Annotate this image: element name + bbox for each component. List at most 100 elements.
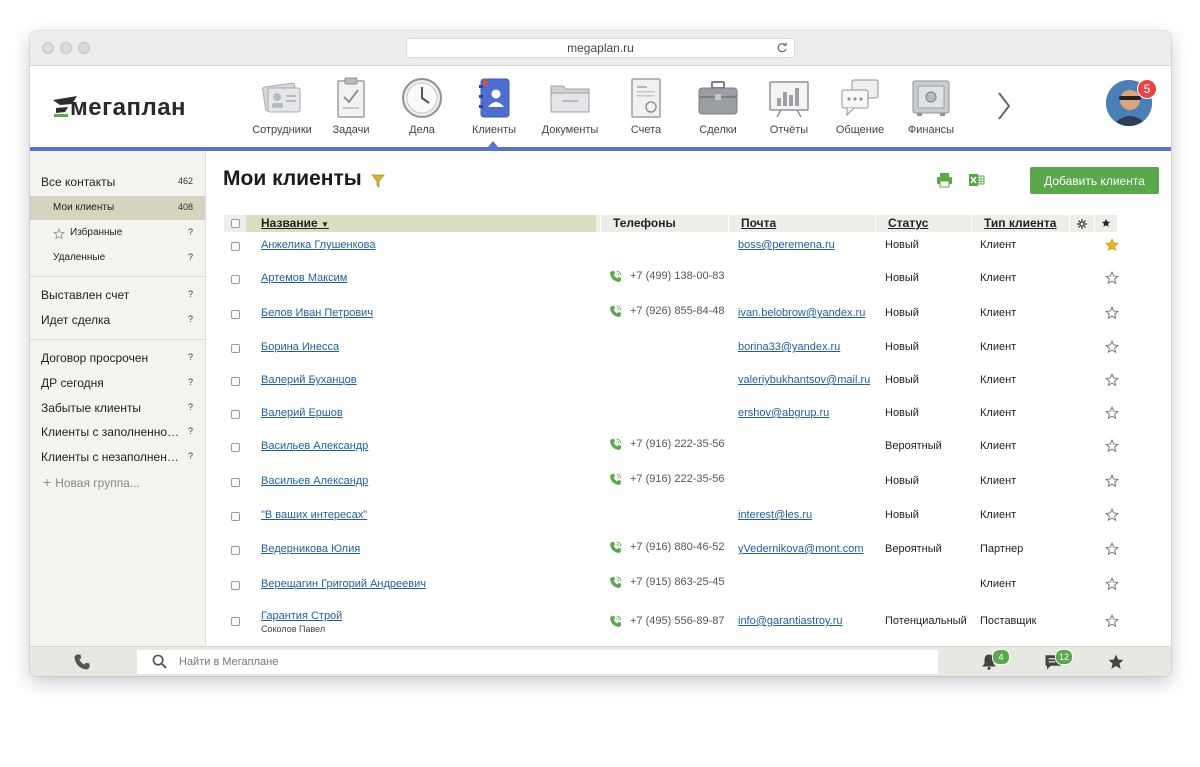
star-outline-icon[interactable] xyxy=(1105,439,1119,453)
sidebar-item-all-contacts[interactable]: Все контакты 462 xyxy=(30,171,205,195)
row-checkbox[interactable] xyxy=(231,275,240,284)
row-checkbox[interactable] xyxy=(231,478,240,487)
row-checkbox[interactable] xyxy=(231,512,240,521)
table-row[interactable]: Анжелика Глушенкова boss@peremena.ru Новый… xyxy=(224,238,1119,269)
phone-call-icon[interactable] xyxy=(609,305,622,318)
row-checkbox[interactable] xyxy=(231,581,240,590)
table-row[interactable]: Ведерникова Юлия +7 (916) 880-46-52 yVeder… xyxy=(224,541,1119,573)
print-icon[interactable] xyxy=(936,172,953,188)
client-email-link[interactable]: interest@les.ru xyxy=(738,509,812,521)
favorites-star-icon[interactable] xyxy=(1107,653,1125,671)
client-name-link[interactable]: Борина Инесса xyxy=(261,341,339,353)
column-header-email[interactable]: Почта xyxy=(741,216,776,230)
client-email-link[interactable]: boss@peremena.ru xyxy=(738,239,835,251)
filter-icon[interactable] xyxy=(371,174,385,188)
client-name-link[interactable]: Гарантия Строй xyxy=(261,610,342,622)
client-email-link[interactable]: valeriybukhantsov@mail.ru xyxy=(738,374,870,386)
client-name-link[interactable]: Белов Иван Петрович xyxy=(261,307,373,319)
star-outline-icon[interactable] xyxy=(1105,340,1119,354)
nav-documents[interactable]: Документы xyxy=(534,76,606,138)
sidebar-item-my-clients[interactable]: Мои клиенты 408 xyxy=(30,196,205,220)
column-header-name[interactable]: Название ▼ xyxy=(261,216,329,230)
client-email-link[interactable]: info@garantiastroy.ru xyxy=(738,615,843,627)
row-checkbox[interactable] xyxy=(231,344,240,353)
client-name-link[interactable]: "В ваших интересах" xyxy=(261,509,367,521)
sidebar-item-forgotten-clients[interactable]: Забытые клиенты ? xyxy=(30,397,205,421)
star-outline-icon[interactable] xyxy=(1105,306,1119,320)
phone-call-icon[interactable] xyxy=(609,438,622,451)
select-all-checkbox[interactable] xyxy=(231,219,240,228)
client-email-link[interactable]: ivan.belobrow@yandex.ru xyxy=(738,307,865,319)
table-row[interactable]: "В ваших интересах" interest@les.ru Новый К… xyxy=(224,508,1119,539)
client-name-link[interactable]: Артемов Максим xyxy=(261,272,347,284)
sidebar-item-contract-overdue[interactable]: Договор просрочен ? xyxy=(30,347,205,371)
star-outline-icon[interactable] xyxy=(1105,373,1119,387)
star-outline-icon[interactable] xyxy=(1105,271,1119,285)
row-checkbox[interactable] xyxy=(231,310,240,319)
client-email-link[interactable]: borina33@yandex.ru xyxy=(738,341,840,353)
sidebar-item-deleted[interactable]: Удаленные ? xyxy=(30,246,205,270)
row-checkbox[interactable] xyxy=(231,410,240,419)
close-window-button[interactable] xyxy=(42,42,54,54)
nav-finance[interactable]: Финансы xyxy=(895,76,967,138)
row-checkbox[interactable] xyxy=(231,242,240,251)
favorites-column-star-icon[interactable] xyxy=(1101,218,1111,228)
zoom-window-button[interactable] xyxy=(78,42,90,54)
table-row[interactable]: Борина Инесса borina33@yandex.ru Новый Клие… xyxy=(224,340,1119,371)
star-outline-icon[interactable] xyxy=(1105,508,1119,522)
phone-call-icon[interactable] xyxy=(609,576,622,589)
star-outline-icon[interactable] xyxy=(1105,614,1119,628)
sidebar-item-favorites[interactable]: Избранные ? xyxy=(30,221,205,245)
minimize-window-button[interactable] xyxy=(60,42,72,54)
phone-call-icon[interactable] xyxy=(609,541,622,554)
megaplan-logo[interactable]: мегаплан xyxy=(52,90,192,124)
table-row[interactable]: Валерий Буханцов valeriybukhantsov@mail.r… xyxy=(224,373,1119,404)
client-email-link[interactable]: yVedernikova@mont.com xyxy=(738,543,864,555)
nav-clients[interactable]: Клиенты xyxy=(458,76,530,138)
client-name-link[interactable]: Валерий Ершов xyxy=(261,407,343,419)
global-search[interactable] xyxy=(137,650,938,674)
star-outline-icon[interactable] xyxy=(1105,577,1119,591)
table-row[interactable]: Артемов Максим +7 (499) 138-00-83 Новый Кли… xyxy=(224,270,1119,302)
client-name-link[interactable]: Васильев Александр xyxy=(261,475,368,487)
client-email-link[interactable]: ershov@abgrup.ru xyxy=(738,407,829,419)
phone-call-icon[interactable] xyxy=(609,473,622,486)
chevron-right-icon[interactable] xyxy=(994,89,1014,123)
row-checkbox[interactable] xyxy=(231,617,240,626)
column-header-status[interactable]: Статус xyxy=(888,216,928,230)
star-outline-icon[interactable] xyxy=(1105,474,1119,488)
sidebar-item-invoice-issued[interactable]: Выставлен счет ? xyxy=(30,284,205,308)
sidebar-item-birthday-today[interactable]: ДР сегодня ? xyxy=(30,372,205,396)
column-settings-icon[interactable] xyxy=(1077,219,1087,229)
star-outline-icon[interactable] xyxy=(1105,406,1119,420)
search-input[interactable] xyxy=(179,650,919,674)
new-group-link[interactable]: + Новая группа... xyxy=(43,474,140,490)
column-header-phones[interactable]: Телефоны xyxy=(613,216,676,230)
star-filled-icon[interactable] xyxy=(1105,238,1119,252)
row-checkbox[interactable] xyxy=(231,377,240,386)
client-name-link[interactable]: Валерий Буханцов xyxy=(261,374,357,386)
client-name-link[interactable]: Ведерникова Юлия xyxy=(261,543,360,555)
table-row[interactable]: Васильев Александр +7 (916) 222-35-56 Новы… xyxy=(224,473,1119,505)
row-checkbox[interactable] xyxy=(231,546,240,555)
client-name-link[interactable]: Анжелика Глушенкова xyxy=(261,239,375,251)
reload-icon[interactable] xyxy=(776,42,788,54)
table-row[interactable]: Белов Иван Петрович +7 (926) 855-84-48 iva… xyxy=(224,305,1119,337)
client-name-link[interactable]: Верещагин Григорий Андреевич xyxy=(261,578,426,590)
table-row[interactable]: Валерий Ершов ershov@abgrup.ru Новый Клиент xyxy=(224,406,1119,437)
phone-icon[interactable] xyxy=(73,653,91,671)
add-client-button[interactable]: Добавить клиента xyxy=(1030,167,1159,194)
address-bar[interactable]: megaplan.ru xyxy=(406,38,795,58)
sidebar-item-clients-filled[interactable]: Клиенты с заполненно… ? xyxy=(30,421,205,445)
column-header-client-type[interactable]: Тип клиента xyxy=(984,216,1056,230)
phone-call-icon[interactable] xyxy=(609,270,622,283)
sidebar-item-clients-unfilled[interactable]: Клиенты с незаполнен… ? xyxy=(30,446,205,470)
sidebar-item-deal-in-progress[interactable]: Идет сделка ? xyxy=(30,309,205,333)
excel-export-icon[interactable] xyxy=(968,172,985,188)
phone-call-icon[interactable] xyxy=(609,615,622,628)
row-checkbox[interactable] xyxy=(231,443,240,452)
star-outline-icon[interactable] xyxy=(1105,542,1119,556)
table-row[interactable]: Васильев Александр +7 (916) 222-35-56 Веро… xyxy=(224,438,1119,470)
table-row[interactable]: Гарантия Строй Соколов Павел +7 (495) 556-… xyxy=(224,610,1119,642)
client-name-link[interactable]: Васильев Александр xyxy=(261,440,368,452)
